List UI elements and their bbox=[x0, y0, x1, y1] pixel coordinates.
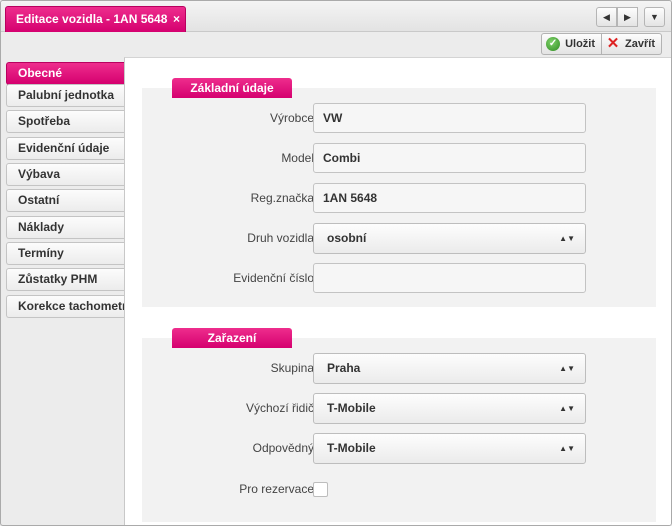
chevron-down-icon: ▼ bbox=[650, 12, 659, 22]
sidebar-item-odometer-correction[interactable]: Korekce tachometru bbox=[6, 295, 124, 318]
chevron-right-icon: ▶ bbox=[624, 11, 631, 22]
vehicle-type-label: Druh vozidla bbox=[247, 231, 314, 245]
tab-navigation: ◀ ▶ ▼ bbox=[596, 7, 665, 27]
save-button[interactable]: ✓ Uložit bbox=[541, 33, 603, 55]
save-label: Uložit bbox=[565, 38, 596, 50]
registration-plate-label: Reg.značka bbox=[250, 191, 314, 205]
manufacturer-field[interactable]: VW bbox=[313, 103, 586, 133]
registration-number-field[interactable] bbox=[313, 263, 586, 293]
vehicle-type-value: osobní bbox=[327, 231, 367, 245]
group-label: Skupina bbox=[270, 361, 314, 375]
for-reservation-label: Pro rezervace bbox=[239, 482, 314, 496]
select-arrows-icon: ▲▼ bbox=[559, 364, 575, 373]
responsible-label: Odpovědný bbox=[252, 441, 314, 455]
responsible-select[interactable]: T-Mobile ▲▼ bbox=[313, 433, 586, 464]
sidebar-item-equipment[interactable]: Výbava bbox=[6, 163, 124, 186]
toolbar: ✓ Uložit ✕ Zavřít bbox=[541, 33, 662, 56]
sidebar-item-costs[interactable]: Náklady bbox=[6, 216, 124, 239]
tab-title: Editace vozidla - 1AN 5648 bbox=[16, 12, 168, 26]
close-label: Zavřít bbox=[625, 38, 655, 50]
chevron-left-icon: ◀ bbox=[603, 11, 610, 22]
model-label: Model bbox=[281, 151, 314, 165]
tab-edit-vehicle[interactable]: Editace vozidla - 1AN 5648 × bbox=[5, 6, 186, 32]
check-circle-icon: ✓ bbox=[546, 37, 561, 51]
sidebar-item-fuel-balances[interactable]: Zůstatky PHM bbox=[6, 268, 124, 291]
sidebar-item-onboard-unit[interactable]: Palubní jednotka bbox=[6, 84, 124, 107]
red-x-icon: ✕ bbox=[606, 35, 620, 52]
tab-list-button[interactable]: ▼ bbox=[644, 7, 665, 27]
next-tab-button[interactable]: ▶ bbox=[617, 7, 638, 27]
basic-info-section: Základní údaje Výrobce VW Model Combi Re… bbox=[142, 78, 656, 307]
for-reservation-checkbox[interactable] bbox=[313, 482, 328, 497]
default-driver-value: T-Mobile bbox=[327, 401, 376, 415]
sidebar-item-general[interactable]: Obecné bbox=[6, 62, 124, 85]
sidebar-item-other[interactable]: Ostatní bbox=[6, 189, 124, 212]
sidebar-item-deadlines[interactable]: Termíny bbox=[6, 242, 124, 265]
close-button[interactable]: ✕ Zavřít bbox=[602, 33, 662, 55]
select-arrows-icon: ▲▼ bbox=[559, 404, 575, 413]
close-tab-icon[interactable]: × bbox=[173, 7, 180, 31]
sidebar-item-consumption[interactable]: Spotřeba bbox=[6, 110, 124, 133]
registration-number-label: Evidenční číslo bbox=[233, 271, 314, 285]
registration-plate-field[interactable]: 1AN 5648 bbox=[313, 183, 586, 213]
group-select[interactable]: Praha ▲▼ bbox=[313, 353, 586, 384]
section-title-assignment: Zařazení bbox=[172, 328, 292, 348]
model-field[interactable]: Combi bbox=[313, 143, 586, 173]
default-driver-select[interactable]: T-Mobile ▲▼ bbox=[313, 393, 586, 424]
edit-vehicle-window: Editace vozidla - 1AN 5648 × ◀ ▶ ▼ ✓ Ulo… bbox=[0, 0, 672, 526]
sidebar: Obecné Palubní jednotka Spotřeba Evidenč… bbox=[1, 57, 124, 525]
default-driver-label: Výchozí řidič bbox=[245, 401, 314, 415]
section-title-basic: Základní údaje bbox=[172, 78, 292, 98]
vehicle-type-select[interactable]: osobní ▲▼ bbox=[313, 223, 586, 254]
prev-tab-button[interactable]: ◀ bbox=[596, 7, 617, 27]
sidebar-item-registration-data[interactable]: Evidenční údaje bbox=[6, 137, 124, 160]
group-value: Praha bbox=[327, 361, 361, 375]
select-arrows-icon: ▲▼ bbox=[559, 234, 575, 243]
manufacturer-label: Výrobce bbox=[269, 111, 314, 125]
responsible-value: T-Mobile bbox=[327, 441, 376, 455]
main-panel: Základní údaje Výrobce VW Model Combi Re… bbox=[124, 57, 671, 525]
tab-bar: Editace vozidla - 1AN 5648 × ◀ ▶ ▼ bbox=[1, 1, 671, 32]
select-arrows-icon: ▲▼ bbox=[559, 444, 575, 453]
assignment-section: Zařazení Skupina Praha ▲▼ Výchozí řidič … bbox=[142, 328, 656, 522]
